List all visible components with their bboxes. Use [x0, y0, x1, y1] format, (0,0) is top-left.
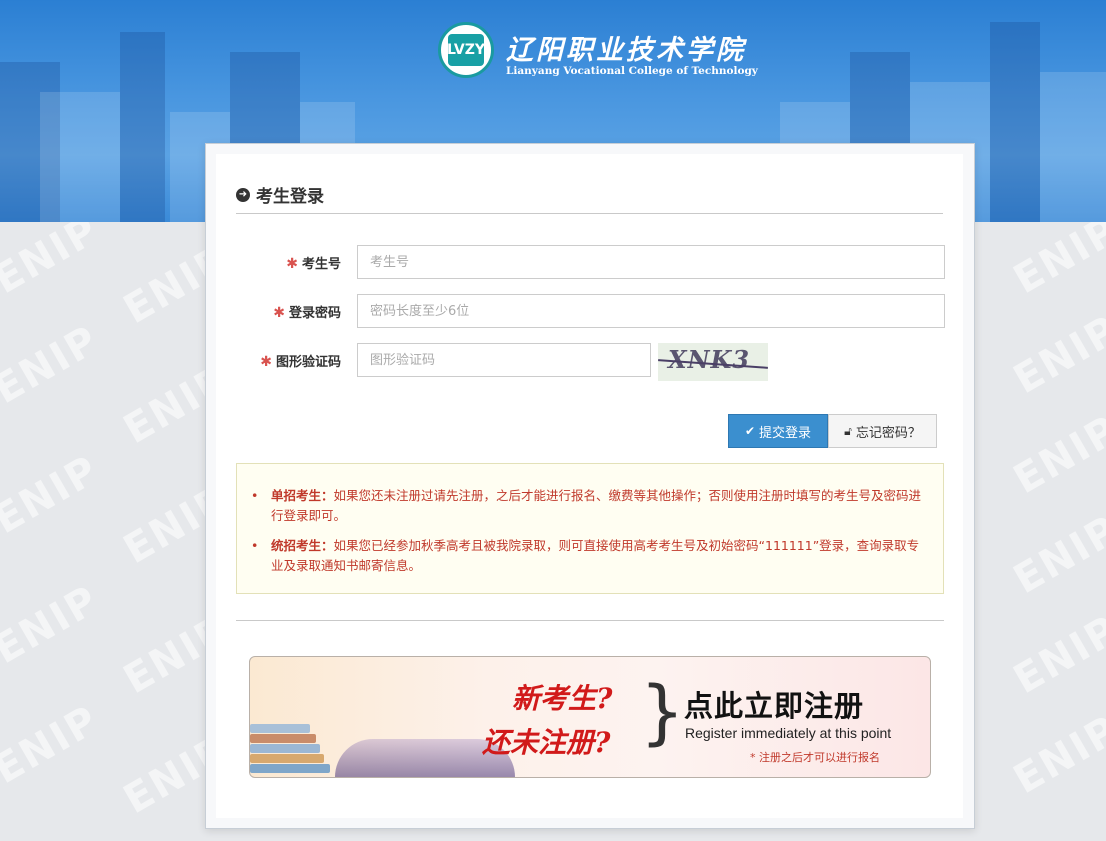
books-illustration: [250, 707, 340, 777]
captcha-input[interactable]: [357, 343, 651, 377]
submit-login-label: 提交登录: [759, 425, 812, 441]
notice-item-text: 如果您还未注册过请先注册，之后才能进行报名、缴费等其他操作；否则使用注册时填写的…: [271, 488, 922, 523]
notice-item-title: 统招考生：: [271, 538, 334, 553]
captcha-image-text: XNK3: [668, 345, 751, 374]
login-title-text: 考生登录: [256, 187, 324, 207]
register-line1: 新考生?: [512, 682, 613, 715]
watermark: ENIP: [1006, 706, 1106, 804]
notice-item: • 统招考生：如果您已经参加秋季高考且被我院录取，则可直接使用高考考生号及初始密…: [251, 536, 929, 576]
watermark: ENIP: [1006, 606, 1106, 704]
watermark: ENIP: [1006, 506, 1106, 604]
notice-item-title: 单招考生：: [271, 488, 334, 503]
logo-badge: LVZY: [438, 22, 494, 78]
logo-badge-text: LVZY: [447, 34, 485, 66]
college-name-en: Lianyang Vocational College of Technolog…: [506, 65, 758, 77]
watermark: ENIP: [1006, 306, 1106, 404]
brace-icon: }: [640, 671, 685, 753]
required-star-icon: ✱: [260, 354, 272, 370]
register-cta-cn: 点此立即注册: [684, 689, 865, 723]
title-divider: [236, 213, 943, 214]
login-title: ➜ 考生登录: [236, 182, 324, 207]
captcha-label-text: 图形验证码: [275, 355, 341, 370]
register-line2: 还未注册?: [482, 726, 611, 759]
password-input[interactable]: [357, 294, 945, 328]
forgot-password-button[interactable]: 🔓︎ 忘记密码？: [828, 414, 937, 448]
login-card: ➜ 考生登录 ✱考生号 ✱登录密码 ✱图形验证码 XNK3 ✔ 提交登录 🔓︎ …: [216, 154, 963, 818]
password-label: ✱ 登录密码: [273, 302, 341, 321]
required-star-icon: ✱: [286, 256, 298, 272]
register-cta-en: Register immediately at this point: [685, 725, 892, 741]
notice-item: • 单招考生：如果您还未注册过请先注册，之后才能进行报名、缴费等其他操作；否则使…: [251, 486, 929, 526]
form-row-captcha: ✱ 图形验证码: [216, 343, 963, 377]
forgot-password-label: 忘记密码？: [855, 425, 921, 441]
lock-icon: 🔓︎: [844, 423, 852, 438]
circle-arrow-right-icon: ➜: [236, 187, 250, 202]
watermark: ENIP: [0, 316, 107, 414]
exam-no-label-text: 考生号: [301, 257, 341, 272]
college-name-cn: 辽阳职业技术学院: [506, 35, 746, 66]
watermark: ENIP: [0, 446, 107, 544]
check-icon: ✔: [744, 424, 756, 438]
form-row-exam-no: ✱ 考生号: [216, 245, 963, 279]
watermark: ENIP: [1006, 406, 1106, 504]
notice-box: • 单招考生：如果您还未注册过请先注册，之后才能进行报名、缴费等其他操作；否则使…: [236, 463, 944, 594]
watermark: ENIP: [0, 222, 107, 304]
captcha-label: ✱ 图形验证码: [260, 351, 341, 370]
exam-no-input[interactable]: [357, 245, 945, 279]
bullet-icon: •: [251, 488, 259, 503]
required-star-icon: ✱: [273, 305, 285, 321]
section-divider: [236, 620, 944, 621]
watermark: ENIP: [0, 576, 107, 674]
submit-login-button[interactable]: ✔ 提交登录: [728, 414, 828, 448]
notice-item-text: 如果您已经参加秋季高考且被我院录取，则可直接使用高考考生号及初始密码“11111…: [271, 538, 920, 573]
college-logo[interactable]: LVZY 辽阳职业技术学院 Lianyang Vocational Colleg…: [438, 22, 758, 84]
register-banner[interactable]: 新考生? 还未注册? } 点此立即注册 Register immediately…: [249, 656, 931, 778]
bullet-icon: •: [251, 538, 259, 553]
form-row-password: ✱ 登录密码: [216, 294, 963, 328]
captcha-image[interactable]: XNK3: [658, 343, 768, 381]
password-label-text: 登录密码: [288, 306, 341, 321]
watermark: ENIP: [1006, 222, 1106, 304]
exam-no-label: ✱ 考生号: [286, 253, 341, 272]
register-note: * 注册之后才可以进行报名: [750, 751, 880, 764]
watermark: ENIP: [0, 696, 107, 794]
